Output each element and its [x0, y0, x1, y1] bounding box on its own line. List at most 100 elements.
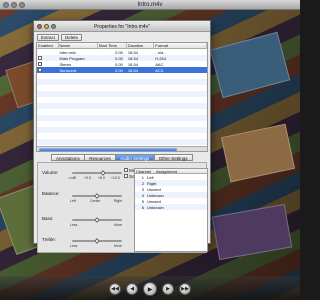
column-enabled[interactable]: Enabled: [37, 43, 59, 49]
column-start-time[interactable]: Start Time: [98, 43, 127, 49]
solo-checkbox[interactable]: [124, 174, 128, 178]
format-cell: AAC: [155, 61, 164, 67]
step-back-button[interactable]: ◀: [126, 283, 138, 295]
tab-resources[interactable]: Resources: [84, 154, 116, 161]
fast-forward-icon: ▶▶: [181, 286, 189, 292]
enabled-cell: ✓: [37, 61, 58, 67]
table-row-selected[interactable]: ✓ Surround 0.00 18.54 AC3: [37, 67, 207, 73]
treble-slider[interactable]: [72, 237, 122, 244]
start-cell: 0.00: [115, 55, 123, 61]
tab-other-settings[interactable]: Other Settings: [153, 154, 193, 161]
mute-checkbox[interactable]: [124, 168, 128, 172]
step-forward-button[interactable]: ▶: [162, 283, 174, 295]
duration-cell: 18.54: [127, 61, 138, 67]
video-tile: [220, 123, 296, 183]
fast-forward-button[interactable]: ▶▶: [179, 283, 191, 295]
balance-slider[interactable]: [72, 192, 122, 199]
step-forward-icon: ▶: [166, 286, 170, 292]
volume-tick: +0.0: [84, 176, 91, 180]
channel-number: 5: [141, 198, 144, 204]
channel-assignment: Unused: [147, 186, 161, 192]
step-back-icon: ◀: [130, 286, 134, 292]
start-cell: 0.00: [115, 67, 123, 73]
rewind-icon: ◀◀: [111, 286, 119, 292]
treble-knob[interactable]: [94, 237, 100, 244]
window-titlebar[interactable]: Properties for "Intro.m4v": [34, 21, 210, 32]
volume-tick: +6.0: [98, 176, 105, 180]
bass-label: Bass:: [42, 216, 54, 221]
empty-row: [37, 139, 207, 145]
format-cell: AC3: [155, 67, 164, 73]
duration-cell: 18.54: [127, 55, 138, 61]
channel-assignment-list: Channel Assignment 1 Left 2 Right 3 Unused …: [134, 168, 208, 252]
column-assignment[interactable]: Assignment: [155, 169, 177, 174]
volume-slider[interactable]: [72, 169, 122, 176]
name-cell: Stereo: [59, 61, 72, 67]
rewind-button[interactable]: ◀◀: [109, 283, 121, 295]
column-duration[interactable]: Duration: [127, 43, 155, 49]
duration-cell: 18.54: [127, 49, 138, 55]
channel-number: 2: [141, 180, 144, 186]
balance-tick: Left: [70, 199, 76, 203]
enabled-checkbox[interactable]: ✓: [38, 55, 42, 60]
start-cell: 0.00: [115, 61, 123, 67]
audio-settings-pane: Volume: -∞dB +0.0 +6.0 +12.0 Mute Solo B…: [37, 162, 208, 253]
tab-bar: Annotations Resources Audio Settings Oth…: [34, 154, 210, 162]
properties-window: Properties for "Intro.m4v" Extract Delet…: [33, 20, 211, 253]
bass-slider[interactable]: [72, 216, 122, 223]
duration-cell: 18.54: [127, 67, 138, 73]
channel-number: 3: [141, 186, 144, 192]
window-title: Properties for "Intro.m4v": [94, 24, 150, 30]
channel-assignment: Unused: [147, 198, 161, 204]
enabled-cell: ✓: [37, 67, 58, 73]
table-header: Enabled Name Start Time Duration Format: [37, 43, 207, 49]
name-cell: Intro.m4v: [59, 49, 77, 55]
volume-tick: -∞dB: [68, 176, 76, 180]
channel-assignment: Right: [147, 180, 157, 186]
horizontal-scrollbar[interactable]: [37, 146, 207, 151]
start-cell: 0.00: [115, 49, 123, 55]
channel-assignment: Unknown: [147, 192, 164, 198]
channel-number: 1: [141, 174, 144, 180]
video-tile: [211, 203, 293, 261]
toolbar: Extract Delete: [34, 32, 210, 42]
format-cell: - n/a -: [155, 49, 166, 55]
name-cell: Main Program: [59, 55, 85, 61]
video-tile: [209, 31, 291, 99]
name-cell: Surround: [59, 67, 76, 73]
balance-tick: Center: [90, 199, 101, 203]
volume-tick: +12.0: [111, 176, 120, 180]
table-row[interactable]: ✓ Stereo 0.00 18.54 AAC: [37, 61, 207, 67]
channel-assignment: Unknown: [147, 204, 164, 210]
player-controls: ◀◀ ◀ ▶ ▶ ▶▶: [0, 276, 300, 300]
treble-tick: Less: [70, 244, 78, 248]
play-button[interactable]: ▶: [143, 282, 157, 296]
column-format[interactable]: Format: [154, 43, 207, 49]
table-row[interactable]: Intro.m4v 0.00 18.54 - n/a -: [37, 49, 207, 55]
channel-number: 6: [141, 204, 144, 210]
column-name[interactable]: Name: [59, 43, 98, 49]
format-cell: H.264: [155, 55, 166, 61]
bass-knob[interactable]: [94, 216, 100, 223]
channel-assignment: Left: [147, 174, 154, 180]
table-row[interactable]: ✓ Main Program 0.00 18.54 H.264: [37, 55, 207, 61]
list-item[interactable]: 6 Unknown: [135, 204, 207, 210]
extract-button[interactable]: Extract: [37, 34, 60, 41]
channel-number: 4: [141, 192, 144, 198]
player-titlebar: Intro.m4v: [0, 0, 300, 10]
tab-annotations[interactable]: Annotations: [50, 154, 85, 161]
enabled-checkbox[interactable]: ✓: [38, 67, 42, 72]
track-table: Enabled Name Start Time Duration Format …: [36, 42, 208, 152]
bass-tick: More: [114, 223, 122, 227]
balance-label: Balance:: [42, 191, 60, 196]
treble-label: Treble:: [42, 237, 56, 242]
delete-button[interactable]: Delete: [61, 34, 83, 41]
enabled-checkbox[interactable]: ✓: [38, 61, 42, 66]
balance-knob[interactable]: [94, 192, 100, 199]
tab-audio-settings[interactable]: Audio Settings: [115, 154, 155, 161]
scroll-thumb[interactable]: [39, 148, 177, 151]
player-title: Intro.m4v: [137, 1, 163, 8]
volume-knob[interactable]: [100, 169, 106, 176]
play-icon: ▶: [147, 286, 153, 293]
column-channel[interactable]: Channel: [135, 169, 155, 174]
